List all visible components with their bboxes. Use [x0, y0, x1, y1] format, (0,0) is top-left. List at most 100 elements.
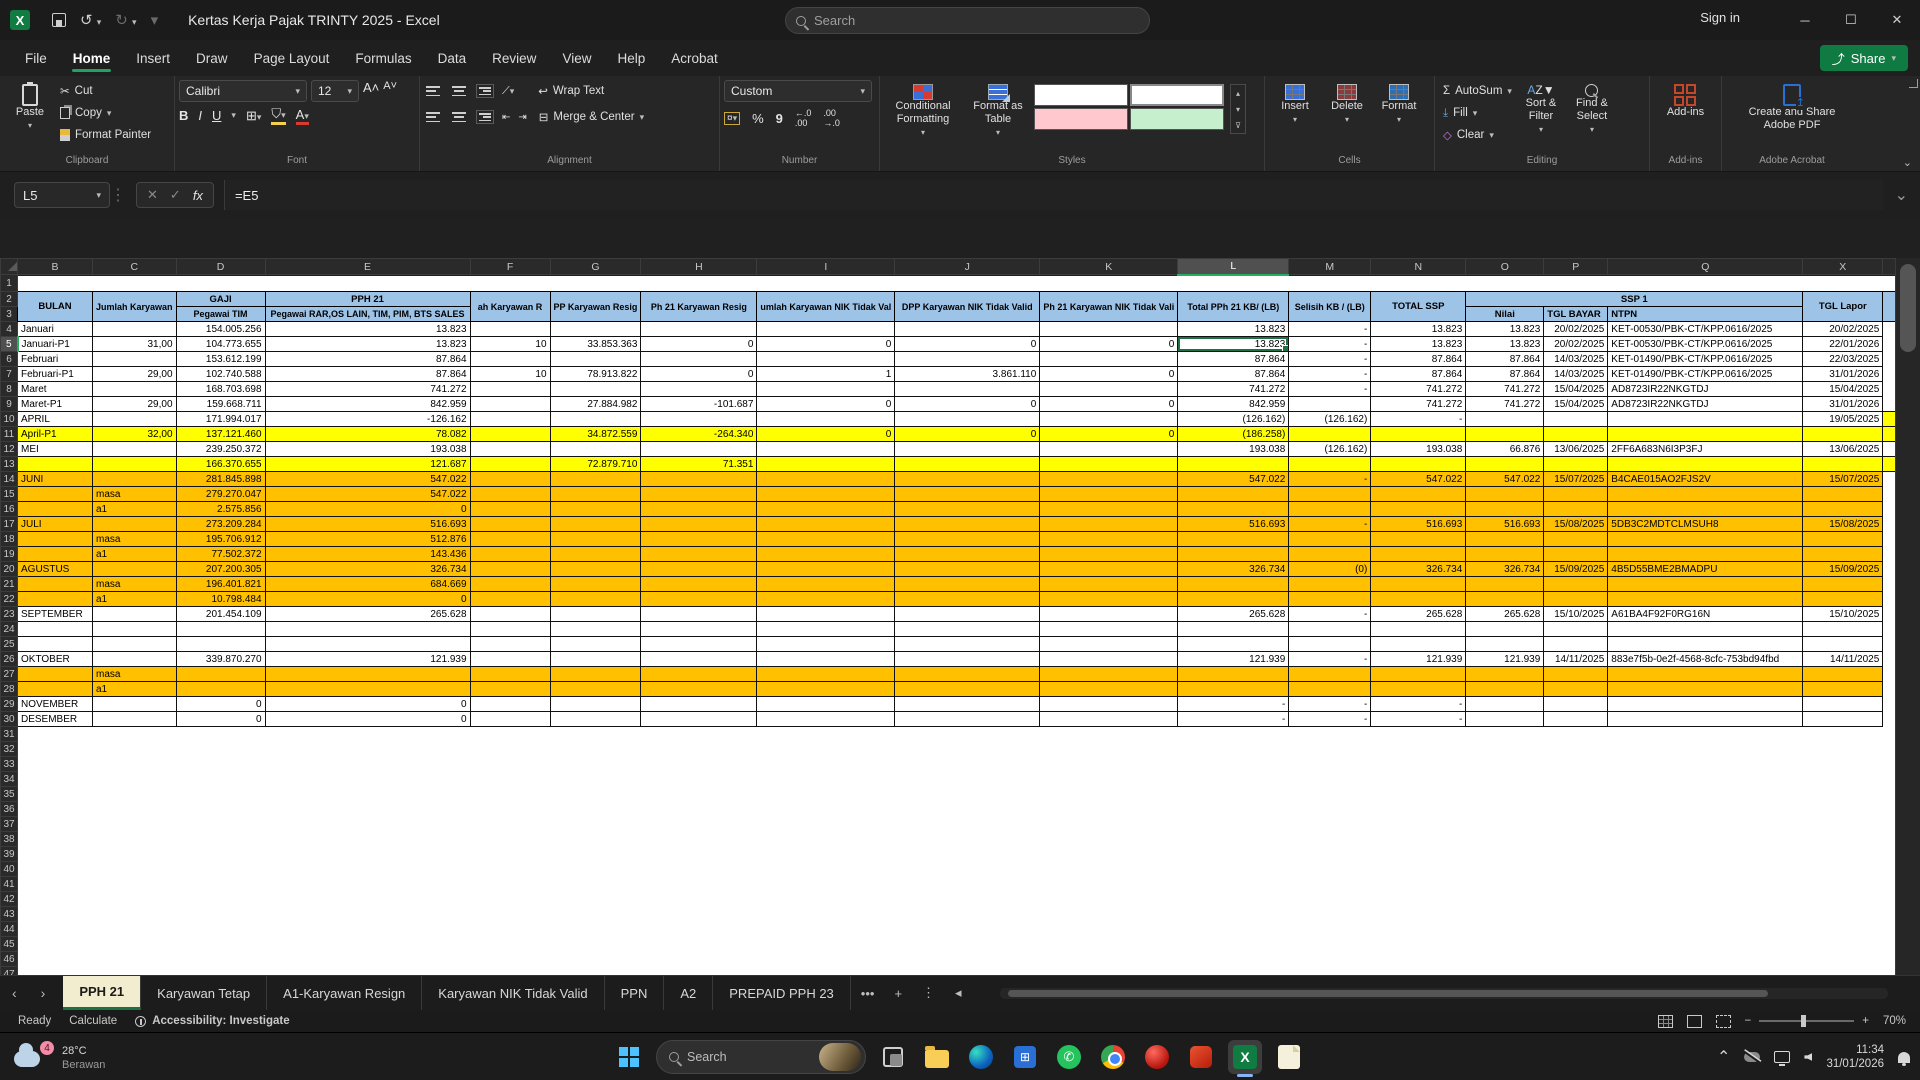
- cell-r11c11[interactable]: [1289, 427, 1371, 442]
- cell-r30c4[interactable]: [470, 712, 550, 727]
- zoom-slider-thumb[interactable]: [1801, 1015, 1806, 1027]
- cell-r10c4[interactable]: [470, 412, 550, 427]
- cell-r23c2[interactable]: 201.454.109: [176, 607, 265, 622]
- cell-r11c3[interactable]: 78.082: [265, 427, 470, 442]
- task-view-button[interactable]: [876, 1040, 910, 1074]
- col-header-P[interactable]: P: [1544, 259, 1608, 275]
- cell-r17c0[interactable]: JULI: [18, 517, 93, 532]
- cell-r28c16[interactable]: [1803, 682, 1883, 697]
- cell-r14c15[interactable]: B4CAE015AO2FJS2V: [1608, 472, 1803, 487]
- cell-r22c4[interactable]: [470, 592, 550, 607]
- cell-r28c5[interactable]: [550, 682, 641, 697]
- cell-r5c12[interactable]: 13.823: [1371, 337, 1466, 352]
- cell-r10c10[interactable]: (126.162): [1178, 412, 1289, 427]
- col-header-C[interactable]: C: [93, 259, 177, 275]
- cell-r14c3[interactable]: 547.022: [265, 472, 470, 487]
- row-header-42[interactable]: 42: [1, 892, 18, 907]
- cell-r13c4[interactable]: [470, 457, 550, 472]
- cell-r11c12[interactable]: [1371, 427, 1466, 442]
- cell-r12c4[interactable]: [470, 442, 550, 457]
- cell-r27c6[interactable]: [641, 667, 757, 682]
- cell-r5c1[interactable]: 31,00: [93, 337, 177, 352]
- col-header-D[interactable]: D: [176, 259, 265, 275]
- insert-function-icon[interactable]: fx: [193, 188, 203, 203]
- col-header-B[interactable]: B: [18, 259, 93, 275]
- empty-row-45[interactable]: [18, 937, 1917, 952]
- cell-r7c14[interactable]: 14/03/2025: [1544, 367, 1608, 382]
- cell-r12c3[interactable]: 193.038: [265, 442, 470, 457]
- cell-r7c10[interactable]: 87.864: [1178, 367, 1289, 382]
- menu-tab-data[interactable]: Data: [425, 43, 480, 74]
- cell-r18c5[interactable]: [550, 532, 641, 547]
- menu-tab-page-layout[interactable]: Page Layout: [241, 43, 343, 74]
- cell-r27c13[interactable]: [1466, 667, 1544, 682]
- cell-r19c6[interactable]: [641, 547, 757, 562]
- cell-r13c0[interactable]: [18, 457, 93, 472]
- header-tgl-bayar[interactable]: TGL BAYAR: [1544, 307, 1608, 322]
- close-button[interactable]: ✕: [1874, 0, 1920, 40]
- cell-r9c5[interactable]: 27.884.982: [550, 397, 641, 412]
- zoom-out-icon[interactable]: −: [1745, 1015, 1752, 1027]
- cell-r5c0[interactable]: Januari-P1: [18, 337, 93, 352]
- cell-r21c0[interactable]: [18, 577, 93, 592]
- cell-r16c2[interactable]: 2.575.856: [176, 502, 265, 517]
- row-header-33[interactable]: 33: [1, 757, 18, 772]
- cell-r24c1[interactable]: [93, 622, 177, 637]
- cell-r25c6[interactable]: [641, 637, 757, 652]
- row-header-36[interactable]: 36: [1, 802, 18, 817]
- cell-r8c0[interactable]: Maret: [18, 382, 93, 397]
- cell-r30c0[interactable]: DESEMBER: [18, 712, 93, 727]
- cell-r30c2[interactable]: 0: [176, 712, 265, 727]
- cell-r9c8[interactable]: 0: [895, 397, 1040, 412]
- cell-r10c8[interactable]: [895, 412, 1040, 427]
- comma-style-icon[interactable]: 9: [776, 111, 783, 126]
- cell-r12c15[interactable]: 2FF6A683N6I3P3FJ: [1608, 442, 1803, 457]
- cell-r9c16[interactable]: 31/01/2026: [1803, 397, 1883, 412]
- cell-r11c16[interactable]: [1803, 427, 1883, 442]
- cell-r11c9[interactable]: 0: [1040, 427, 1178, 442]
- cell-r30c12[interactable]: -: [1371, 712, 1466, 727]
- cell-r21c7[interactable]: [757, 577, 895, 592]
- cell-r6c16[interactable]: 22/03/2025: [1803, 352, 1883, 367]
- row-header-27[interactable]: 27: [1, 667, 18, 682]
- row-header-37[interactable]: 37: [1, 817, 18, 832]
- cell-r19c14[interactable]: [1544, 547, 1608, 562]
- cell-r15c14[interactable]: [1544, 487, 1608, 502]
- cell-r12c2[interactable]: 239.250.372: [176, 442, 265, 457]
- cell-r6c3[interactable]: 87.864: [265, 352, 470, 367]
- cell-r13c3[interactable]: 121.687: [265, 457, 470, 472]
- cell-r18c4[interactable]: [470, 532, 550, 547]
- cell-r20c6[interactable]: [641, 562, 757, 577]
- cell-r26c1[interactable]: [93, 652, 177, 667]
- store-button[interactable]: ⊞: [1008, 1040, 1042, 1074]
- cell-r26c9[interactable]: [1040, 652, 1178, 667]
- cell-r9c15[interactable]: AD8723IR22NKGTDJ: [1608, 397, 1803, 412]
- cell-r18c9[interactable]: [1040, 532, 1178, 547]
- cell-r6c9[interactable]: [1040, 352, 1178, 367]
- cell-r16c5[interactable]: [550, 502, 641, 517]
- font-color-button[interactable]: A▾: [296, 107, 309, 125]
- cell-r19c12[interactable]: [1371, 547, 1466, 562]
- cell-r10c9[interactable]: [1040, 412, 1178, 427]
- name-box[interactable]: L5▾: [14, 182, 110, 208]
- row-header-21[interactable]: 21: [1, 577, 18, 592]
- cell-r20c4[interactable]: [470, 562, 550, 577]
- cell-r16c6[interactable]: [641, 502, 757, 517]
- cell-r4c9[interactable]: [1040, 322, 1178, 337]
- cell-r28c12[interactable]: [1371, 682, 1466, 697]
- menu-tab-formulas[interactable]: Formulas: [342, 43, 424, 74]
- cell-r30c8[interactable]: [895, 712, 1040, 727]
- cell-r17c2[interactable]: 273.209.284: [176, 517, 265, 532]
- cell-r16c1[interactable]: a1: [93, 502, 177, 517]
- whatsapp-button[interactable]: ✆: [1052, 1040, 1086, 1074]
- cell-r23c9[interactable]: [1040, 607, 1178, 622]
- taskbar-search-box[interactable]: Search: [656, 1040, 866, 1074]
- cell-r6c13[interactable]: 87.864: [1466, 352, 1544, 367]
- cell-r16c14[interactable]: [1544, 502, 1608, 517]
- zoom-in-icon[interactable]: +: [1862, 1015, 1869, 1027]
- col-header-H[interactable]: H: [641, 259, 757, 275]
- cell-r24c7[interactable]: [757, 622, 895, 637]
- cell-r17c15[interactable]: 5DB3C2MDTCLMSUH8: [1608, 517, 1803, 532]
- quick-access-customize-icon[interactable]: ▾: [151, 11, 159, 29]
- cell-r15c13[interactable]: [1466, 487, 1544, 502]
